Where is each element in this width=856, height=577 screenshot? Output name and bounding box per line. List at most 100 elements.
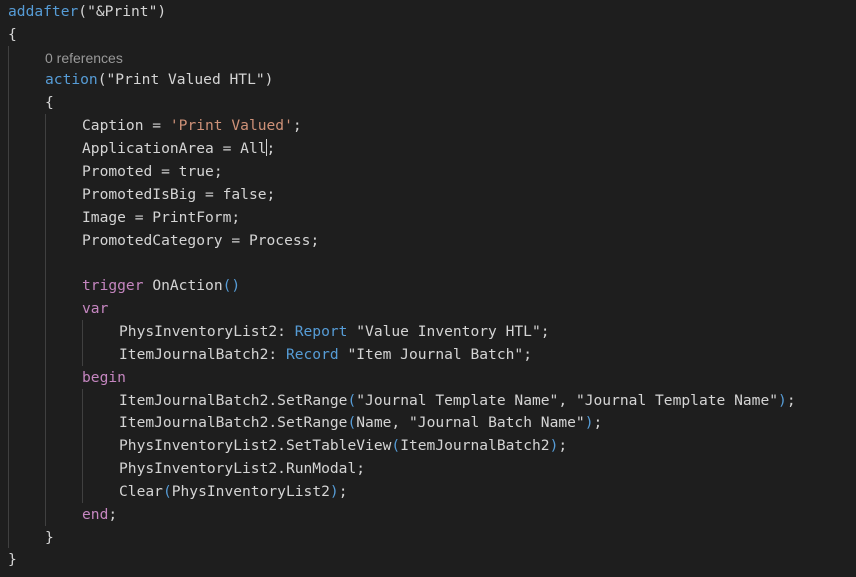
code-token: action <box>45 71 98 88</box>
codelens-references[interactable]: 0 references <box>45 48 123 68</box>
code-token: ; <box>108 506 118 523</box>
code-token: Promoted <box>82 163 153 180</box>
code-token: ) <box>157 3 167 20</box>
code-token: false <box>222 186 267 203</box>
code-token: Caption <box>82 117 144 134</box>
code-token: ; <box>593 414 603 431</box>
code-token: Record <box>285 346 339 363</box>
code-line[interactable]: Caption = 'Print Valued'; <box>82 114 302 137</box>
code-line[interactable]: ApplicationArea = All; <box>82 137 275 160</box>
code-token: SetTableView <box>285 437 392 454</box>
code-token: Image <box>82 209 126 226</box>
code-line[interactable]: { <box>8 23 17 46</box>
code-line[interactable]: } <box>45 526 54 549</box>
code-token: = <box>143 117 170 134</box>
code-token: { <box>45 94 54 111</box>
code-token: PhysInventoryList2 <box>171 483 330 500</box>
code-line[interactable]: action("Print Valued HTL") <box>45 68 273 91</box>
code-token: end <box>82 506 109 523</box>
code-token: PhysInventoryList2 <box>119 323 278 340</box>
code-token: "Value Inventory HTL" <box>356 323 541 340</box>
code-token: { <box>8 26 17 43</box>
code-token: } <box>8 551 17 568</box>
code-token: PrintForm <box>152 209 232 226</box>
indent-guide <box>45 114 46 526</box>
code-token: "Journal Batch Name" <box>409 414 585 431</box>
code-line[interactable]: ItemJournalBatch2.SetRange("Journal Temp… <box>119 389 796 412</box>
code-token: Report <box>294 323 348 340</box>
code-token: true <box>178 163 214 180</box>
indent-guide <box>8 46 9 548</box>
code-token: PhysInventoryList2 <box>119 460 278 477</box>
code-token: "Print Valued HTL" <box>106 71 265 88</box>
code-line[interactable]: Promoted = true; <box>82 160 223 183</box>
code-token: . <box>277 437 286 454</box>
code-token: . <box>268 392 278 409</box>
code-token: All <box>240 140 267 157</box>
code-token: addafter <box>8 3 79 20</box>
code-token: ; <box>540 323 550 340</box>
code-token: 'Print Valued' <box>169 117 293 134</box>
code-line[interactable]: addafter("&Print") <box>8 0 166 23</box>
code-token: "Journal Template Name" <box>575 392 779 409</box>
code-token: ( <box>97 71 107 88</box>
code-token: "Item Journal Batch" <box>347 346 524 363</box>
code-token: ItemJournalBatch2 <box>400 437 550 454</box>
code-line[interactable]: ItemJournalBatch2.SetRange(Name, "Journa… <box>119 411 602 434</box>
code-token: ( <box>391 437 401 454</box>
code-token: begin <box>82 369 126 386</box>
code-line[interactable]: var <box>82 297 108 320</box>
code-token: . <box>277 460 286 477</box>
code-token: , <box>391 414 409 431</box>
code-line[interactable]: Image = PrintForm; <box>82 206 240 229</box>
code-token: RunModal <box>285 460 357 477</box>
code-token: ; <box>786 392 796 409</box>
code-line[interactable]: trigger OnAction() <box>82 274 240 297</box>
code-line[interactable]: ItemJournalBatch2: Record "Item Journal … <box>119 343 532 366</box>
code-line[interactable]: end; <box>82 503 117 526</box>
code-token: ; <box>266 140 276 157</box>
code-token: ( <box>347 414 357 431</box>
code-line[interactable]: begin <box>82 366 126 389</box>
code-editor[interactable]: 0 references addafter("&Print"){action("… <box>0 0 856 577</box>
code-token: PromotedIsBig <box>82 186 197 203</box>
code-token: trigger <box>82 277 144 294</box>
code-token: SetRange <box>277 392 348 409</box>
code-token: ; <box>310 232 320 249</box>
code-line[interactable]: PhysInventoryList2: Report "Value Invent… <box>119 320 550 343</box>
code-token: } <box>45 529 54 546</box>
code-token: Name <box>356 414 392 431</box>
code-token: ) <box>778 392 787 409</box>
code-token: ItemJournalBatch2 <box>119 346 269 363</box>
code-token: ( <box>162 483 172 500</box>
code-line[interactable]: Clear(PhysInventoryList2); <box>119 480 347 503</box>
code-token: = <box>213 140 241 157</box>
code-token: "Journal Template Name" <box>356 392 559 409</box>
code-token: Clear <box>119 483 163 500</box>
code-line[interactable]: } <box>8 548 17 571</box>
code-token: ; <box>213 163 223 180</box>
code-token: , <box>558 392 576 409</box>
code-token: PhysInventoryList2 <box>119 437 278 454</box>
code-token: . <box>268 414 278 431</box>
code-token: OnAction <box>152 277 223 294</box>
code-line[interactable]: { <box>45 91 54 114</box>
code-token: ItemJournalBatch2 <box>119 392 269 409</box>
code-line[interactable]: PhysInventoryList2.SetTableView(ItemJour… <box>119 434 567 457</box>
code-token: ItemJournalBatch2 <box>119 414 269 431</box>
code-token: ; <box>558 437 568 454</box>
code-token: ; <box>231 209 241 226</box>
code-token: ; <box>292 117 302 134</box>
code-token: = <box>222 232 249 249</box>
code-token: = <box>152 163 179 180</box>
code-token: ( <box>78 3 88 20</box>
code-token: () <box>222 277 241 294</box>
code-token: = <box>196 186 223 203</box>
code-token: ; <box>523 346 532 363</box>
code-line[interactable]: PromotedIsBig = false; <box>82 183 275 206</box>
code-line[interactable]: PromotedCategory = Process; <box>82 229 319 252</box>
code-line[interactable]: PhysInventoryList2.RunModal; <box>119 457 365 480</box>
code-token: ; <box>266 186 276 203</box>
